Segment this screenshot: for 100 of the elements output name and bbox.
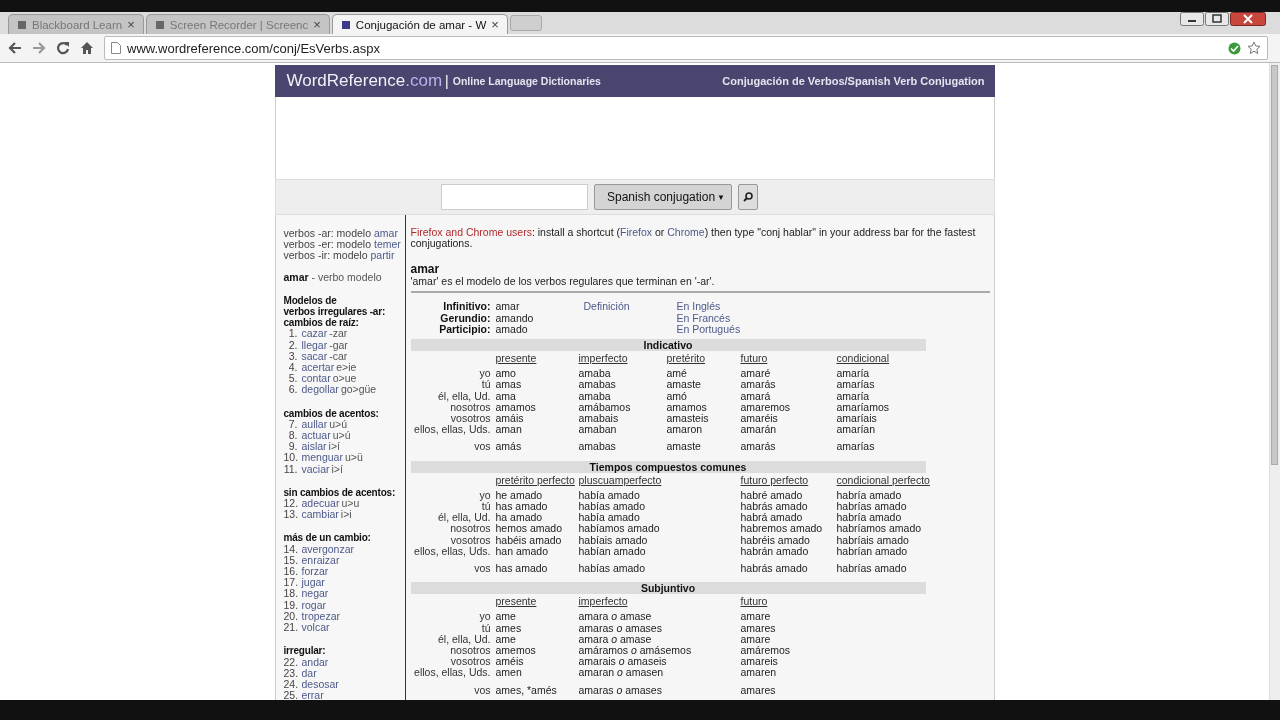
verb-link[interactable]: amar [373,227,398,239]
verb-link[interactable]: desosar [301,678,339,691]
verb-form: habréis amado [740,533,810,546]
change-note: e>ie [336,362,357,374]
verb-link[interactable]: contar [301,373,331,385]
reload-icon[interactable] [56,41,70,55]
maximize-icon[interactable] [1205,12,1229,26]
verb-link[interactable]: enraizar [301,554,340,567]
verb-link[interactable]: aislar [301,441,327,453]
form-label: Gerundio: [439,312,491,324]
verb-link[interactable]: sacar [301,350,328,363]
verb-link[interactable]: jugar [301,577,325,589]
star-icon[interactable] [1247,41,1261,55]
verb-link[interactable]: cambiar [301,509,339,521]
verb-form: amáremos [740,644,791,657]
verb-form: habríais amado [836,533,909,546]
list-number: 15. [283,554,298,567]
verb-link[interactable]: temer [373,238,401,251]
verb-form: habremos amado [740,522,823,535]
check-icon[interactable] [1228,41,1241,55]
verb-form: amaba [578,367,611,380]
verb-link[interactable]: partir [370,249,395,262]
language-dropdown[interactable]: Spanish conjugation ▼ [594,184,732,210]
back-icon[interactable] [8,41,22,55]
verb-link[interactable]: rogar [301,599,326,611]
translation-link[interactable]: En Francés [676,311,731,324]
verb-link[interactable]: adecuar [301,498,340,510]
close-icon[interactable]: × [127,17,135,32]
verb-form: habré amado [740,488,803,501]
verb-link[interactable]: andar [301,656,329,668]
close-icon[interactable] [1230,12,1266,26]
translation-link[interactable]: En Inglés [676,300,721,313]
close-icon[interactable]: × [313,17,321,32]
pronoun-cell-text: vosotros [449,413,492,425]
verb-form: amaron [666,423,703,436]
scrollbar-thumb[interactable] [1271,65,1278,465]
scrollbar[interactable] [1269,63,1280,700]
verb-form: amaremos [740,400,791,413]
verb-link[interactable]: volcar [301,622,330,634]
verb-form: amare [740,632,771,645]
verb-form: amaba [578,389,611,402]
search-button[interactable] [738,184,758,210]
pronoun-cell-text: yo [478,611,492,623]
change-note: i>í [331,463,343,475]
verb-form: amaríais [836,412,877,425]
browser-tab[interactable]: Screen Recorder | Screenc × [145,14,330,34]
verb-link[interactable]: cazar [301,328,328,340]
verb-form: amaras o amases [578,621,662,634]
verb-link[interactable]: dar [301,667,317,679]
verb-link[interactable]: menguar [301,452,343,464]
change-note: i>í [328,441,340,453]
verb-link[interactable]: degollar [301,384,339,396]
verb-form: amáramos o amásemos [578,644,692,657]
verb-link[interactable]: llegar [301,339,328,351]
verb-link[interactable]: errar [301,690,324,700]
shortcut-link[interactable]: Chrome [667,226,705,238]
verb-form: habrá amado [740,511,803,524]
change-note: -car [329,350,348,363]
verb-form: amé [666,367,687,380]
page-icon [340,19,351,30]
verb-form: habríamos amado [836,522,922,535]
verb-form: habrías amado [836,500,907,513]
browser-tab[interactable]: Conjugación de amar - W × [331,14,508,34]
pronoun-cell-text: nosotros [449,523,492,535]
definition-link[interactable]: Definición [583,300,630,313]
tense-header: presente [495,595,537,608]
minimize-icon[interactable] [1180,12,1204,26]
list-number: 16. [283,566,298,578]
address-bar[interactable]: www.wordreference.com/conj/EsVerbs.aspx [104,36,1268,60]
change-note: u>ü [344,452,363,464]
forward-icon[interactable] [32,41,46,55]
verb-link[interactable]: acertar [301,362,335,374]
list-number: 4. [287,362,298,374]
site-logo[interactable]: WordReference.com [286,71,443,91]
verb-link[interactable]: tropezar [301,610,341,623]
tense-header: futuro [740,352,768,364]
model-label: verbos -er: modelo [283,238,372,251]
close-icon[interactable]: × [491,17,499,32]
section-header: Tiempos compuestos comunes [410,460,926,473]
verb-link[interactable]: forzar [301,566,329,578]
home-icon[interactable] [80,41,94,55]
change-note: -zar [329,328,348,340]
verb-form: amen [495,666,522,679]
verb-link[interactable]: actuar [301,430,331,442]
list-number: 21. [283,622,298,634]
verb-link[interactable]: avergonzar [301,543,355,555]
verb-form: habrás amado [740,500,808,513]
verb-form: amarías [836,378,875,391]
browser-tab[interactable]: Blackboard Learn × [8,14,144,34]
verb-form: habíais amado [578,533,648,546]
pronoun-cell-text: yo [478,368,492,380]
search-field[interactable] [441,184,588,210]
verb-form: amareis [740,655,778,668]
shortcut-link[interactable]: Firefox [620,226,653,238]
verb-form: amabas [578,378,616,391]
verb-link[interactable]: vaciar [301,463,330,475]
translation-link[interactable]: En Portugués [676,322,741,335]
verb-link[interactable]: negar [301,588,329,600]
verb-form: amarán [740,423,777,436]
verb-link[interactable]: aullar [301,418,328,431]
